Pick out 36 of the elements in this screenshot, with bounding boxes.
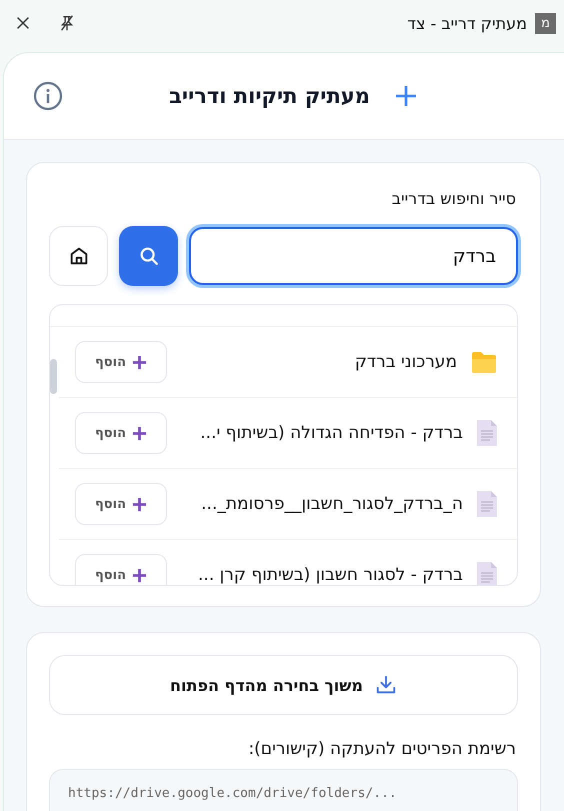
search-button[interactable]	[119, 226, 178, 286]
close-icon[interactable]	[14, 14, 32, 32]
file-name: ברדק - הפדיחה הגדולה (בשיתוף י...	[200, 423, 463, 443]
add-icon[interactable]	[394, 84, 418, 108]
file-name: ה_ברדק_לסגור_חשבון__פרסומת_...	[201, 494, 463, 514]
document-icon	[477, 491, 497, 517]
plus-icon	[132, 354, 148, 370]
add-button[interactable]: הוסף	[75, 341, 167, 383]
add-button[interactable]: הוסף	[75, 412, 167, 454]
plus-icon	[132, 426, 148, 440]
home-button[interactable]	[49, 226, 108, 286]
app-logo: מ	[535, 12, 556, 34]
unpin-icon[interactable]	[58, 14, 76, 32]
links-label: רשימת הפריטים להעתקה (קישורים):	[247, 739, 516, 759]
file-row[interactable]: ה_ברדק_לסגור_חשבון__פרסומת_... הוסף	[59, 469, 517, 540]
scrollbar-thumb[interactable]	[50, 359, 57, 394]
search-field[interactable]: ברדק	[189, 227, 518, 285]
app-title: מעתיק תיקיות ודרייב	[169, 84, 370, 108]
file-row[interactable]: ברדק - לסגור חשבון (בשיתוף קרן ... הוסף	[59, 540, 517, 585]
window-title: מעתיק דרייב - צד	[407, 14, 527, 32]
add-button[interactable]: הוסף	[75, 554, 167, 585]
file-row[interactable]: מערכוני ברדק הוסף	[59, 327, 517, 398]
document-icon	[477, 420, 497, 446]
links-field[interactable]: https://drive.google.com/drive/folders/...	[49, 769, 518, 811]
plus-icon	[132, 496, 148, 512]
file-row[interactable]: ברדק - הפדיחה הגדולה (בשיתוף י... הוסף	[59, 398, 517, 469]
plus-icon	[132, 568, 148, 582]
section-label: סייר וחיפוש בדרייב	[390, 189, 516, 208]
file-name: ברדק - לסגור חשבון (בשיתוף קרן ...	[198, 565, 463, 585]
file-name: מערכוני ברדק	[354, 352, 457, 372]
folder-icon	[471, 350, 497, 374]
add-button[interactable]: הוסף	[75, 483, 167, 525]
pull-selection-button[interactable]: משוך בחירה מהדף הפתוח	[49, 655, 518, 715]
search-icon	[138, 245, 160, 267]
download-icon	[374, 674, 397, 696]
info-icon[interactable]	[33, 81, 63, 111]
